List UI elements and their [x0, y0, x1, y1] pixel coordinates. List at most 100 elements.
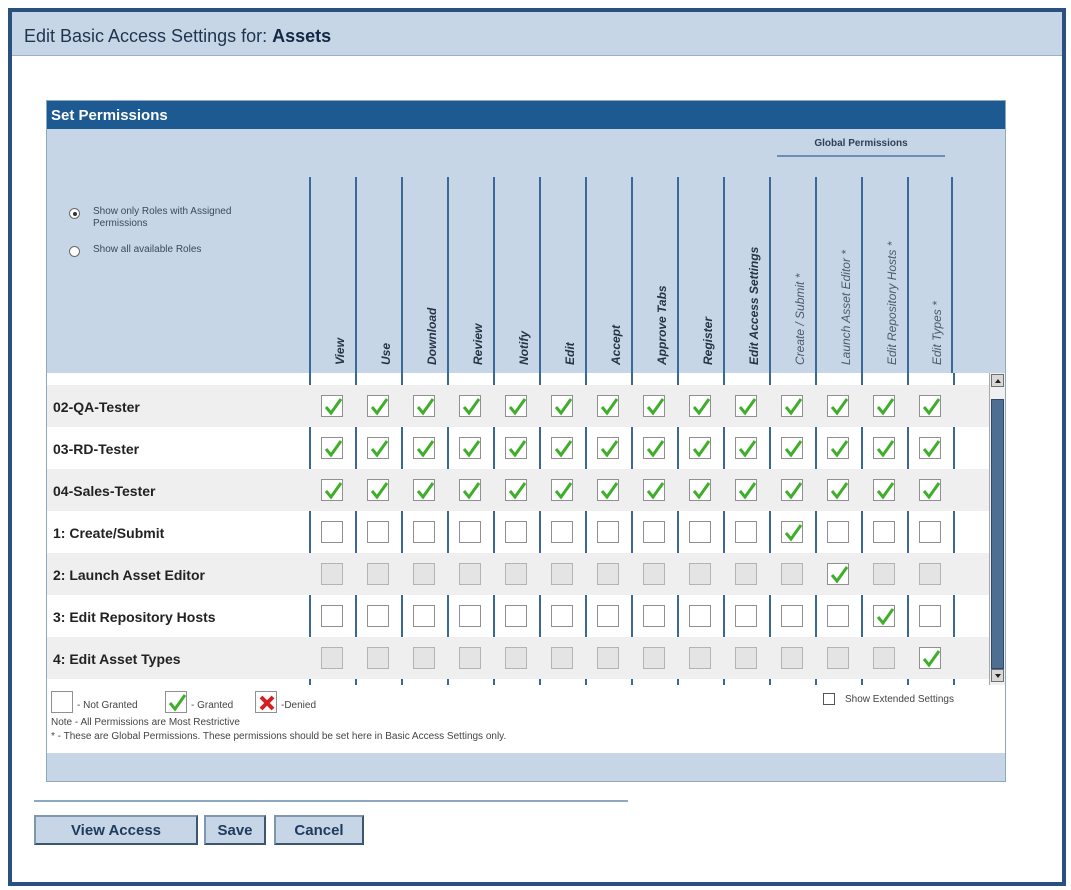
permission-checkbox[interactable] — [459, 647, 481, 669]
permission-checkbox[interactable] — [597, 563, 619, 585]
permission-checkbox[interactable] — [919, 563, 941, 585]
permission-checkbox-granted[interactable] — [413, 437, 435, 459]
permission-checkbox[interactable] — [873, 521, 895, 543]
permission-checkbox[interactable] — [643, 563, 665, 585]
permission-checkbox[interactable] — [413, 563, 435, 585]
permission-checkbox[interactable] — [505, 647, 527, 669]
permission-checkbox-granted[interactable] — [689, 437, 711, 459]
permission-checkbox[interactable] — [459, 521, 481, 543]
permission-checkbox-granted[interactable] — [597, 437, 619, 459]
permission-checkbox[interactable] — [643, 605, 665, 627]
permission-checkbox[interactable] — [781, 563, 803, 585]
permission-checkbox-granted[interactable] — [459, 479, 481, 501]
permission-checkbox-granted[interactable] — [873, 395, 895, 417]
permission-checkbox[interactable] — [505, 563, 527, 585]
permission-checkbox[interactable] — [551, 605, 573, 627]
scroll-up-button[interactable] — [991, 374, 1004, 387]
permission-checkbox[interactable] — [321, 647, 343, 669]
permission-checkbox[interactable] — [919, 605, 941, 627]
permission-checkbox-granted[interactable] — [827, 479, 849, 501]
permission-checkbox[interactable] — [551, 563, 573, 585]
permission-checkbox-granted[interactable] — [919, 479, 941, 501]
permission-checkbox[interactable] — [505, 605, 527, 627]
permission-checkbox-granted[interactable] — [643, 395, 665, 417]
cancel-button[interactable]: Cancel — [274, 815, 364, 845]
permission-checkbox[interactable] — [551, 521, 573, 543]
permission-checkbox-granted[interactable] — [643, 479, 665, 501]
permission-checkbox[interactable] — [367, 521, 389, 543]
permission-checkbox-granted[interactable] — [367, 395, 389, 417]
scroll-thumb[interactable] — [991, 399, 1004, 669]
permission-checkbox[interactable] — [413, 647, 435, 669]
permission-checkbox[interactable] — [413, 521, 435, 543]
permission-checkbox-granted[interactable] — [781, 479, 803, 501]
permission-checkbox[interactable] — [827, 605, 849, 627]
vertical-scrollbar[interactable] — [989, 373, 1005, 685]
permission-checkbox[interactable] — [643, 647, 665, 669]
radio-button-selected[interactable] — [69, 208, 80, 219]
scroll-down-button[interactable] — [991, 669, 1004, 682]
permission-checkbox-granted[interactable] — [689, 395, 711, 417]
permission-checkbox-granted[interactable] — [367, 479, 389, 501]
permission-checkbox-granted[interactable] — [321, 395, 343, 417]
permission-checkbox[interactable] — [689, 605, 711, 627]
permission-checkbox[interactable] — [459, 563, 481, 585]
permission-checkbox-granted[interactable] — [827, 395, 849, 417]
permission-checkbox-granted[interactable] — [919, 395, 941, 417]
permission-checkbox[interactable] — [781, 647, 803, 669]
radio-button[interactable] — [69, 246, 80, 257]
permission-checkbox[interactable] — [597, 647, 619, 669]
permission-checkbox[interactable] — [827, 647, 849, 669]
permission-checkbox-granted[interactable] — [735, 479, 757, 501]
permission-checkbox-granted[interactable] — [505, 479, 527, 501]
permission-checkbox-granted[interactable] — [781, 437, 803, 459]
permission-checkbox-granted[interactable] — [597, 395, 619, 417]
save-button[interactable]: Save — [204, 815, 266, 845]
permission-checkbox[interactable] — [321, 563, 343, 585]
permission-checkbox-granted[interactable] — [551, 479, 573, 501]
permission-checkbox-granted[interactable] — [643, 437, 665, 459]
permission-checkbox[interactable] — [597, 521, 619, 543]
permission-checkbox[interactable] — [735, 563, 757, 585]
permission-checkbox[interactable] — [597, 605, 619, 627]
permission-checkbox[interactable] — [735, 521, 757, 543]
permission-checkbox[interactable] — [367, 563, 389, 585]
show-extended-checkbox[interactable] — [823, 693, 835, 705]
permission-checkbox[interactable] — [781, 605, 803, 627]
permission-checkbox-granted[interactable] — [781, 521, 803, 543]
permission-checkbox[interactable] — [321, 605, 343, 627]
permission-checkbox-granted[interactable] — [873, 479, 895, 501]
permission-checkbox-granted[interactable] — [505, 437, 527, 459]
permission-checkbox[interactable] — [735, 647, 757, 669]
permission-checkbox[interactable] — [367, 647, 389, 669]
view-access-button[interactable]: View Access — [34, 815, 198, 845]
permission-checkbox-granted[interactable] — [873, 605, 895, 627]
permission-checkbox-granted[interactable] — [735, 437, 757, 459]
permission-checkbox-granted[interactable] — [459, 437, 481, 459]
permission-checkbox[interactable] — [689, 521, 711, 543]
permission-checkbox-granted[interactable] — [321, 437, 343, 459]
permission-checkbox-granted[interactable] — [919, 437, 941, 459]
permission-checkbox[interactable] — [321, 521, 343, 543]
permission-checkbox-granted[interactable] — [781, 395, 803, 417]
permission-checkbox[interactable] — [735, 605, 757, 627]
permission-checkbox[interactable] — [413, 605, 435, 627]
permission-checkbox-granted[interactable] — [367, 437, 389, 459]
permission-checkbox[interactable] — [551, 647, 573, 669]
permission-checkbox[interactable] — [367, 605, 389, 627]
permission-checkbox[interactable] — [873, 563, 895, 585]
permission-checkbox-granted[interactable] — [321, 479, 343, 501]
permission-checkbox-granted[interactable] — [919, 647, 941, 669]
permission-checkbox-granted[interactable] — [827, 563, 849, 585]
permission-checkbox-granted[interactable] — [551, 437, 573, 459]
permission-checkbox[interactable] — [505, 521, 527, 543]
permission-checkbox[interactable] — [459, 605, 481, 627]
permission-checkbox[interactable] — [827, 521, 849, 543]
permission-checkbox[interactable] — [873, 647, 895, 669]
permission-checkbox-granted[interactable] — [413, 395, 435, 417]
permission-checkbox[interactable] — [919, 521, 941, 543]
permission-checkbox-granted[interactable] — [873, 437, 895, 459]
permission-checkbox-granted[interactable] — [459, 395, 481, 417]
permission-checkbox[interactable] — [689, 563, 711, 585]
permission-checkbox-granted[interactable] — [551, 395, 573, 417]
